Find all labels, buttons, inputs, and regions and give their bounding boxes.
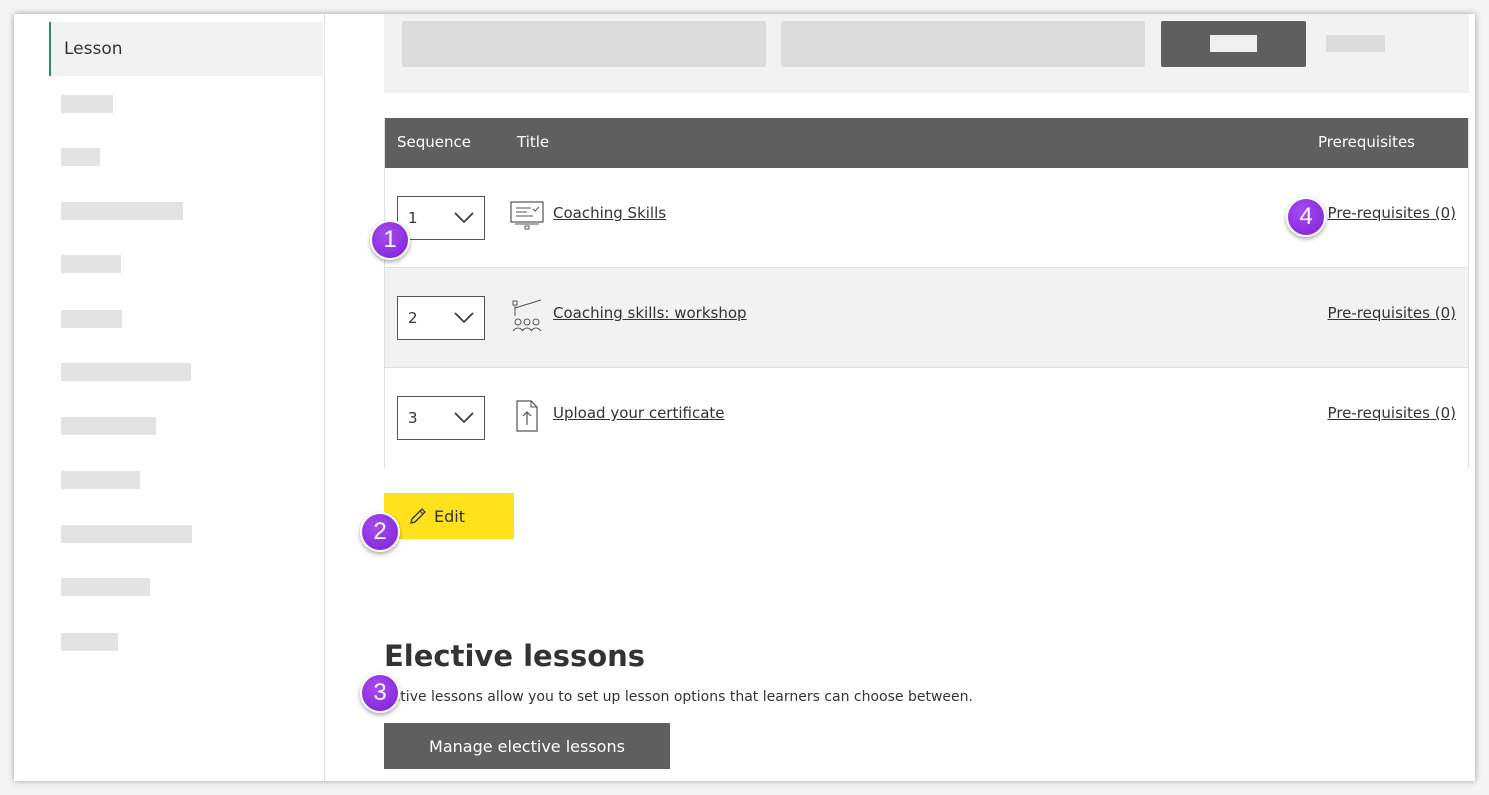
sidebar-item-placeholder[interactable]: [61, 363, 191, 381]
sidebar-item-placeholder[interactable]: [61, 148, 100, 166]
filter-panel: [384, 14, 1469, 93]
elective-description: ective lessons allow you to set up lesso…: [384, 689, 973, 705]
sequence-value: 1: [408, 209, 418, 227]
sidebar-item-placeholder[interactable]: [61, 578, 150, 596]
filter-reset-link[interactable]: [1326, 35, 1385, 52]
button-label-placeholder: [1210, 35, 1257, 52]
lesson-title-link[interactable]: Upload your certificate: [553, 404, 725, 422]
presentation-screen-icon: [510, 201, 544, 230]
filter-submit-button[interactable]: [1161, 21, 1306, 67]
sidebar-item-lesson[interactable]: Lesson: [49, 22, 323, 76]
header-title: Title: [517, 133, 550, 151]
app-frame: Lesson Sequence Title Prerequisites 1 Co…: [14, 14, 1475, 781]
sidebar: Lesson: [14, 14, 325, 781]
lessons-table: Sequence Title Prerequisites 1 Coaching …: [384, 118, 1469, 468]
elective-heading: Elective lessons: [384, 639, 646, 673]
sidebar-item-placeholder[interactable]: [61, 310, 122, 328]
sequence-select[interactable]: 2: [397, 296, 485, 340]
filter-input[interactable]: [402, 21, 766, 67]
chevron-down-icon: [454, 412, 474, 424]
lesson-title-link[interactable]: Coaching Skills: [553, 204, 666, 222]
sequence-select[interactable]: 1: [397, 196, 485, 240]
sidebar-item-placeholder[interactable]: [61, 95, 113, 113]
sidebar-item-placeholder[interactable]: [61, 417, 156, 435]
prerequisites-link[interactable]: Pre-requisites (0): [1328, 304, 1456, 322]
pencil-icon: [410, 508, 426, 524]
prerequisites-link[interactable]: Pre-requisites (0): [1328, 404, 1456, 422]
sidebar-item-placeholder[interactable]: [61, 525, 192, 543]
annotation-badge: 1: [370, 220, 410, 260]
sidebar-item-placeholder[interactable]: [61, 633, 118, 651]
header-sequence: Sequence: [397, 133, 471, 151]
edit-label: Edit: [434, 506, 465, 526]
sequence-select[interactable]: 3: [397, 396, 485, 440]
sidebar-item-placeholder[interactable]: [61, 255, 121, 273]
table-header: Sequence Title Prerequisites: [385, 118, 1468, 168]
file-upload-icon: [516, 400, 538, 432]
manage-elective-button[interactable]: Manage elective lessons: [384, 723, 670, 769]
edit-button[interactable]: Edit: [384, 493, 514, 539]
sequence-value: 3: [408, 409, 418, 427]
chevron-down-icon: [454, 212, 474, 224]
annotation-badge: 3: [360, 673, 400, 713]
sidebar-item-placeholder[interactable]: [61, 202, 183, 220]
annotation-badge: 2: [360, 512, 400, 552]
lesson-title-link[interactable]: Coaching skills: workshop: [553, 304, 747, 322]
sequence-value: 2: [408, 309, 418, 327]
table-row: 3 Upload your certificate Pre-requisites…: [385, 368, 1468, 468]
workshop-icon: [512, 299, 542, 332]
header-prerequisites: Prerequisites: [1317, 133, 1415, 151]
sidebar-item-placeholder[interactable]: [61, 471, 140, 489]
table-row: 2 Coaching skills: workshop Pre-requisit…: [385, 268, 1468, 368]
filter-select[interactable]: [781, 21, 1145, 67]
prerequisites-link[interactable]: Pre-requisites (0): [1328, 204, 1456, 222]
annotation-badge: 4: [1286, 197, 1326, 237]
chevron-down-icon: [454, 312, 474, 324]
